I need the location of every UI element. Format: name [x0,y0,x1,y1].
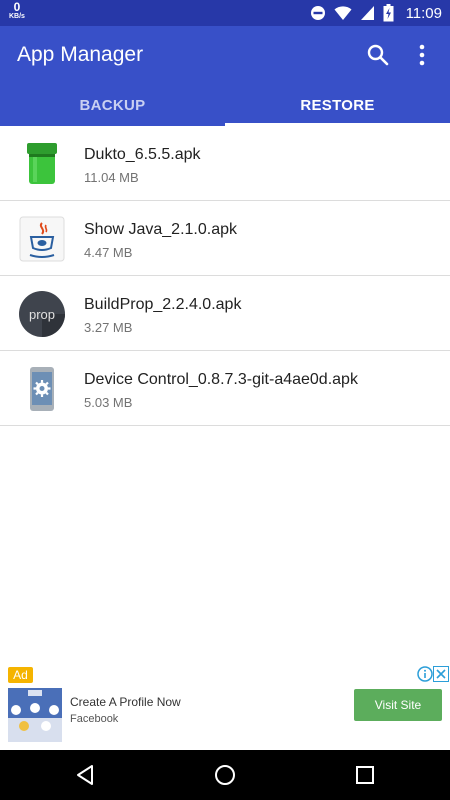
buildprop-icon-text: prop [29,307,55,322]
app-bar: App Manager BACKUP RESTORE [0,26,450,126]
apk-name: Show Java_2.1.0.apk [84,221,237,238]
list-item[interactable]: prop BuildProp_2.2.4.0.apk 3.27 MB [0,276,450,351]
status-bar: 0 KB/s 11:09 [0,0,450,26]
ad-title: Create A Profile Now [70,695,181,709]
tab-backup[interactable]: BACKUP [0,86,225,126]
search-icon[interactable] [365,42,391,68]
apk-name: Dukto_6.5.5.apk [84,146,201,163]
apk-size: 11.04 MB [84,170,139,185]
recents-icon[interactable] [353,763,377,787]
network-speed-value: 0 [13,0,21,14]
status-icons: 11:09 [310,0,442,26]
ad-thumbnail-image [8,688,62,742]
apk-name: Device Control_0.8.7.3-git-a4ae0d.apk [84,371,358,388]
show-java-icon [19,216,65,262]
wifi-icon [334,6,352,20]
list-item[interactable]: Device Control_0.8.7.3-git-a4ae0d.apk 5.… [0,351,450,426]
list-item[interactable]: Show Java_2.1.0.apk 4.47 MB [0,201,450,276]
device-control-icon [30,367,54,411]
info-icon[interactable] [417,666,433,682]
network-speed-unit: KB/s [9,13,25,20]
more-vert-icon[interactable] [412,42,432,68]
apk-size: 4.47 MB [84,245,133,260]
do-not-disturb-icon [310,6,325,20]
network-speed: 0 KB/s [9,0,25,22]
home-icon[interactable] [213,763,237,787]
app-title: App Manager [17,43,144,66]
back-icon[interactable] [73,763,97,787]
list-item[interactable]: Dukto_6.5.5.apk 11.04 MB [0,126,450,201]
tab-restore[interactable]: RESTORE [225,86,450,126]
signal-icon [360,6,374,20]
apk-size: 3.27 MB [84,320,133,335]
ad-banner[interactable]: Ad Create A Profile Now Facebook Visit S… [0,664,450,750]
visit-site-button[interactable]: Visit Site [354,689,442,721]
navigation-bar [0,750,450,800]
apk-name: BuildProp_2.2.4.0.apk [84,296,242,313]
close-icon[interactable] [433,666,449,682]
ad-badge: Ad [8,667,33,683]
clock: 11:09 [405,4,442,22]
battery-icon [383,4,394,22]
apk-list: Dukto_6.5.5.apk 11.04 MB Show Java_2.1.0… [0,126,450,426]
apk-size: 5.03 MB [84,395,133,410]
dukto-icon [27,143,57,184]
buildprop-icon: prop [19,291,65,337]
ad-advertiser: Facebook [70,713,119,725]
